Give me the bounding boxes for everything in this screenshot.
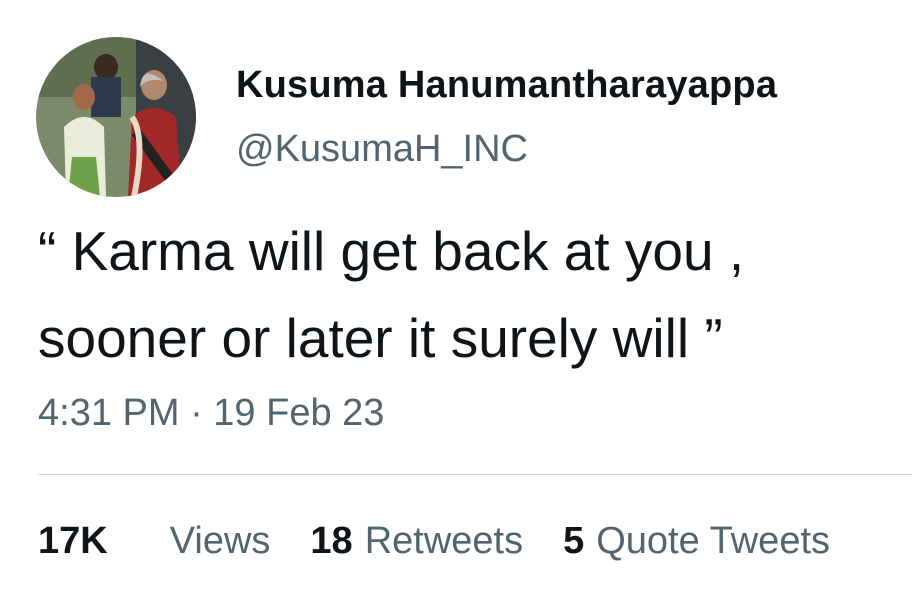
views-label: Views	[169, 520, 271, 562]
author-handle[interactable]: @KusumaH_INC	[236, 128, 528, 171]
author-display-name[interactable]: Kusuma Hanumantharayappa	[236, 64, 777, 107]
quote-tweets-stat[interactable]: 5 Quote Tweets	[563, 520, 830, 563]
tweet-timestamp[interactable]: 4:31 PM · 19 Feb 23	[38, 392, 384, 435]
retweets-count: 18	[310, 520, 353, 562]
retweets-stat[interactable]: 18 Retweets	[310, 520, 523, 563]
tweet-stats: 17K Views 18 Retweets 5 Quote Tweets	[38, 520, 870, 563]
avatar[interactable]	[36, 37, 196, 197]
quote-tweets-label: Quote Tweets	[596, 520, 831, 562]
tweet-text: “ Karma will get back at you , sooner or…	[38, 220, 745, 369]
quote-tweets-count: 5	[563, 520, 585, 562]
divider	[38, 474, 912, 475]
views-count: 17K	[38, 520, 108, 562]
views-stat[interactable]: 17K Views	[38, 520, 270, 563]
profile-photo	[36, 37, 196, 197]
retweets-label: Retweets	[364, 520, 524, 562]
